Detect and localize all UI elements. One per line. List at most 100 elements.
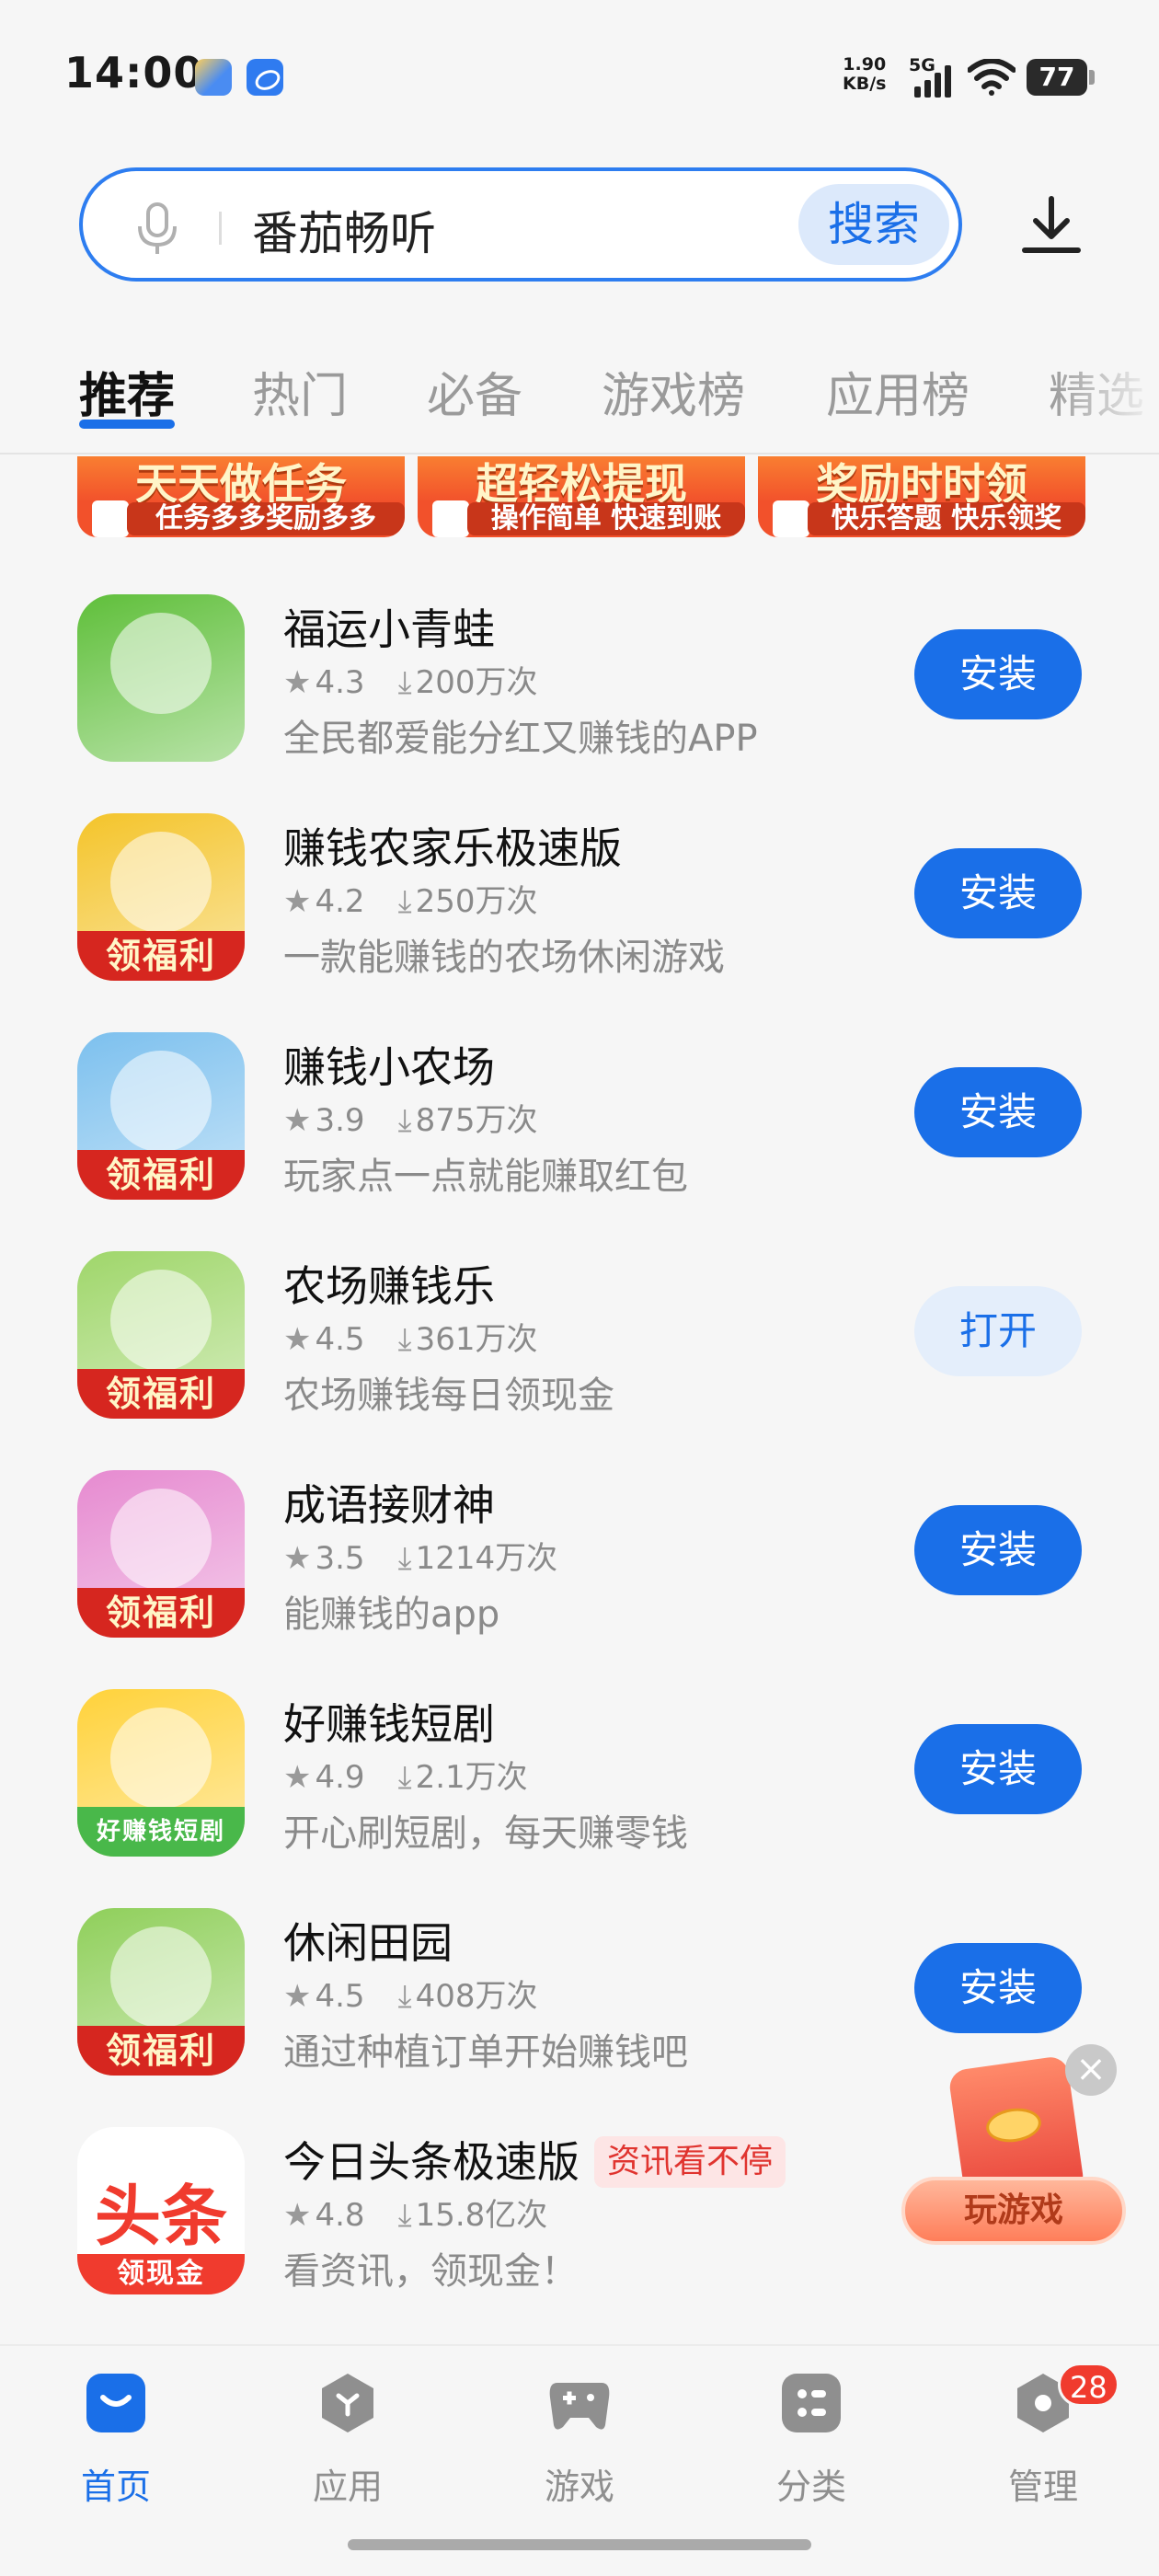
app-name[interactable]: 福运小青蛙 — [283, 596, 495, 657]
app-icon-character — [110, 1270, 212, 1371]
download-count-icon: ⤓ — [397, 664, 412, 701]
search-bar[interactable]: 番茄畅听 搜索 — [79, 167, 962, 282]
cow-icon[interactable]: 领福利 — [77, 1032, 245, 1200]
banner-tasks[interactable]: 天天做任务 任务多多奖励多多 — [77, 456, 405, 537]
install-button[interactable]: 安装 — [914, 1943, 1082, 2033]
star-icon: ★ — [283, 664, 312, 701]
floating-game-promo[interactable]: 玩游戏 × — [901, 2044, 1131, 2256]
nav-label: 游戏 — [544, 2467, 614, 2507]
app-name[interactable]: 赚钱小农场 — [283, 1034, 495, 1095]
tab-app-chart[interactable]: 应用榜 — [826, 357, 970, 426]
notification-app-icon — [195, 59, 232, 96]
app-list-item[interactable]: 福运小青蛙 ★ 4.3 ⤓ 200万次 全民都爱能分红又赚钱的APP 安装 — [0, 570, 1159, 789]
microphone-icon[interactable] — [134, 202, 180, 256]
home-indicator[interactable] — [348, 2539, 811, 2550]
app-name-text: 福运小青蛙 — [283, 604, 495, 654]
tabs-fade — [1049, 340, 1159, 453]
promo-banners: 天天做任务 任务多多奖励多多 超轻松提现 操作简单 快速到账 奖励时时领 快乐答… — [0, 456, 1159, 543]
close-icon[interactable]: × — [1065, 2044, 1117, 2096]
old-farmer-icon[interactable]: 领福利 — [77, 1908, 245, 2076]
frog-game-icon[interactable] — [77, 594, 245, 762]
status-bar: 14:00 1.90 KB/s 5G 77 — [0, 0, 1159, 156]
app-name[interactable]: 赚钱农家乐极速版 — [283, 815, 622, 876]
tab-essential[interactable]: 必备 — [427, 357, 522, 426]
app-icon-ribbon: 领福利 — [77, 2026, 245, 2076]
app-downloads: 250万次 — [415, 883, 538, 920]
app-downloads: 1214万次 — [415, 1540, 558, 1577]
app-icon-ribbon: 领现金 — [77, 2254, 245, 2294]
tab-hot[interactable]: 热门 — [252, 357, 348, 426]
app-list-item[interactable]: 领福利 赚钱小农场 ★ 3.9 ⤓ 875万次玩家点一点就能赚取红包 安装 — [0, 1008, 1159, 1227]
install-button[interactable]: 安装 — [914, 1067, 1082, 1157]
install-button[interactable]: 安装 — [914, 1724, 1082, 1814]
download-count-icon: ⤓ — [397, 883, 412, 920]
nav-home[interactable]: 首页 — [42, 2370, 189, 2526]
banner-subtitle: 快乐答题 快乐领奖 — [808, 502, 1085, 535]
app-meta: ★ 3.5 ⤓ 1214万次 — [283, 1533, 557, 1578]
banner-withdraw[interactable]: 超轻松提现 操作简单 快速到账 — [418, 456, 745, 537]
toutiao-icon[interactable]: 头条 领现金 — [77, 2127, 245, 2294]
app-list-item[interactable]: 领福利 农场赚钱乐 ★ 4.5 ⤓ 361万次 农场赚钱每日领现金 打开 — [0, 1227, 1159, 1446]
notification-badge: 28 — [1058, 2363, 1119, 2407]
app-name[interactable]: 休闲田园 — [283, 1910, 453, 1971]
red-envelope-icon[interactable]: 好赚钱短剧 — [77, 1689, 245, 1857]
app-name[interactable]: 好赚钱短剧 — [283, 1691, 495, 1752]
tab-recommend[interactable]: 推荐 — [79, 357, 175, 426]
app-description: 看资讯，领现金！ — [283, 2250, 578, 2293]
app-name-text: 赚钱小农场 — [283, 1042, 495, 1092]
app-rating: 3.5 — [315, 1540, 365, 1577]
star-icon: ★ — [283, 1102, 312, 1139]
app-rating: 4.9 — [315, 1759, 365, 1796]
download-count-icon: ⤓ — [397, 1978, 412, 2015]
install-button[interactable]: 安装 — [914, 629, 1082, 719]
app-list-item[interactable]: 领福利 成语接财神 ★ 3.5 ⤓ 1214万次 能赚钱的app 安装 — [0, 1446, 1159, 1665]
banner-subtitle: 任务多多奖励多多 — [127, 502, 405, 535]
app-name-text: 好赚钱短剧 — [283, 1699, 495, 1749]
search-input[interactable]: 番茄畅听 — [252, 197, 436, 263]
banner-rewards[interactable]: 奖励时时领 快乐答题 快乐领奖 — [758, 456, 1085, 537]
app-list-item[interactable]: 好赚钱短剧 好赚钱短剧 ★ 4.9 ⤓ 2.1万次 开心刷短剧，每天赚零钱 安装 — [0, 1665, 1159, 1884]
tab-game-chart[interactable]: 游戏榜 — [602, 357, 745, 426]
app-meta: ★ 4.8 ⤓ 15.8亿次 — [283, 2190, 547, 2235]
app-name[interactable]: 农场赚钱乐 — [283, 1253, 495, 1314]
app-description: 全民都爱能分红又赚钱的APP — [283, 718, 758, 760]
app-downloads: 2.1万次 — [415, 1759, 528, 1796]
install-button[interactable]: 安装 — [914, 1505, 1082, 1595]
app-list-item[interactable]: 领福利 赚钱农家乐极速版 ★ 4.2 ⤓ 250万次 一款能赚钱的农场休闲游戏 安装 — [0, 789, 1159, 1008]
farmer-girl-icon[interactable]: 领福利 — [77, 813, 245, 981]
app-name[interactable]: 今日头条极速版 资讯看不停 — [283, 2129, 786, 2191]
app-description: 一款能赚钱的农场休闲游戏 — [283, 937, 725, 979]
search-button[interactable]: 搜索 — [798, 184, 949, 265]
girl-avatar-icon[interactable]: 领福利 — [77, 1251, 245, 1419]
nav-manage[interactable]: 28 管理 — [970, 2363, 1119, 2526]
battery-icon: 77 — [1027, 59, 1095, 96]
nav-category[interactable]: 分类 — [738, 2370, 885, 2526]
app-description: 玩家点一点就能赚取红包 — [283, 1156, 688, 1198]
network-speed-unit: KB/s — [843, 74, 887, 94]
app-icon-ribbon: 好赚钱短剧 — [77, 1807, 245, 1857]
play-game-button[interactable]: 玩游戏 — [901, 2177, 1126, 2245]
app-rating: 4.8 — [315, 2197, 365, 2234]
apps-hex-icon — [322, 2374, 373, 2432]
fortune-god-icon[interactable]: 领福利 — [77, 1470, 245, 1638]
app-tag: 资讯看不停 — [594, 2135, 786, 2188]
app-rating: 4.3 — [315, 664, 365, 701]
nav-games[interactable]: 游戏 — [506, 2370, 653, 2526]
app-name-text: 赚钱农家乐极速版 — [283, 823, 622, 873]
app-meta: ★ 4.3 ⤓ 200万次 — [283, 657, 538, 702]
app-icon-character — [110, 1489, 212, 1590]
nav-apps[interactable]: 应用 — [274, 2370, 421, 2526]
star-icon: ★ — [283, 2197, 312, 2234]
app-description: 通过种植订单开始赚钱吧 — [283, 2031, 688, 2074]
download-count-icon: ⤓ — [397, 1102, 412, 1139]
network-speed: 1.90 KB/s — [843, 55, 886, 94]
download-count-icon: ⤓ — [397, 1759, 412, 1796]
star-icon: ★ — [283, 1978, 312, 2015]
open-button[interactable]: 打开 — [914, 1286, 1082, 1376]
app-meta: ★ 3.9 ⤓ 875万次 — [283, 1095, 538, 1140]
download-count-icon: ⤓ — [397, 2197, 412, 2234]
app-name-text: 休闲田园 — [283, 1918, 453, 1968]
install-button[interactable]: 安装 — [914, 848, 1082, 938]
download-icon[interactable] — [1019, 193, 1084, 258]
app-name[interactable]: 成语接财神 — [283, 1472, 495, 1533]
